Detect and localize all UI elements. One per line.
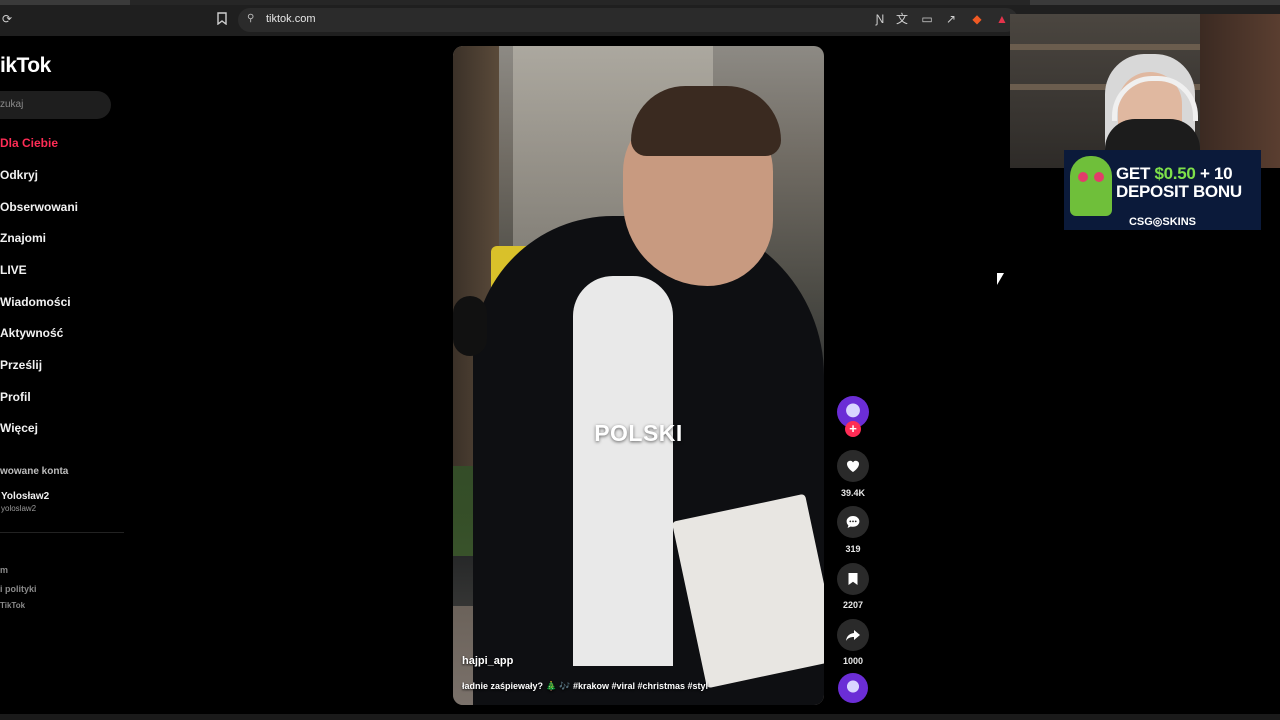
followed-account-handle[interactable]: yoloslaw2 — [1, 504, 36, 513]
nav-upload[interactable]: Prześlij — [0, 358, 42, 372]
brave-shield-icon[interactable]: ◆ — [970, 12, 984, 26]
comment-button[interactable] — [837, 506, 869, 538]
ad-amount: $0.50 — [1154, 164, 1196, 183]
ad-headline: GET $0.50 + 10 — [1116, 164, 1233, 184]
active-tab[interactable] — [130, 0, 1030, 5]
ad-brand-logo: CSG◎SKINS — [1128, 216, 1197, 228]
followed-accounts-title: wowane konta — [0, 466, 69, 477]
mascot-eye — [1094, 172, 1104, 182]
ad-headline-suffix: + 10 — [1195, 164, 1233, 183]
footer-link-policies[interactable]: i polityki — [0, 584, 37, 594]
reload-icon[interactable]: ⟳ — [0, 12, 14, 26]
webcam-overlay — [1010, 14, 1280, 168]
reader-mode-icon[interactable]: Ɲ — [873, 12, 887, 26]
ad-headline-prefix: GET — [1116, 164, 1155, 183]
translate-icon[interactable]: 文 — [895, 12, 909, 26]
webcam-door — [1200, 14, 1280, 168]
bookmark-icon — [848, 573, 858, 585]
video-microphone — [453, 296, 487, 356]
site-info-icon[interactable]: ⚲ — [247, 14, 257, 24]
share-arrow-icon — [846, 630, 860, 641]
mouse-cursor-icon — [997, 273, 1004, 285]
video-username[interactable]: hajpi_app — [462, 655, 513, 667]
nav-for-you[interactable]: Dla Ciebie — [0, 136, 58, 150]
save-button[interactable] — [837, 563, 869, 595]
comment-icon — [846, 516, 860, 528]
nav-profile[interactable]: Profil — [0, 390, 31, 404]
video-person-hair — [631, 86, 781, 156]
video-overlay-text: POLSKI — [594, 420, 683, 446]
music-disc-icon[interactable] — [838, 673, 868, 703]
video-caption[interactable]: ładnie zaśpiewały? 🎄 🎶 #krakow #viral #c… — [462, 681, 708, 692]
share-button[interactable] — [837, 619, 869, 651]
heart-icon — [846, 460, 860, 472]
footer-copyright: TikTok — [0, 601, 26, 610]
mascot-image — [1070, 156, 1112, 216]
bookmark-icon[interactable] — [215, 12, 229, 26]
share-icon[interactable]: ↗ — [944, 12, 958, 26]
followed-account-name[interactable]: Yolosław2 — [1, 491, 49, 502]
nav-friends[interactable]: Znajomi — [0, 231, 46, 245]
comment-count: 319 — [845, 544, 861, 554]
webcam-shelf — [1010, 44, 1200, 50]
brave-rewards-icon[interactable]: ▲ — [995, 12, 1009, 26]
nav-messages[interactable]: Wiadomości — [0, 295, 71, 309]
nav-more[interactable]: Więcej — [0, 421, 38, 435]
nav-live[interactable]: LIVE — [0, 263, 27, 277]
search-input[interactable]: zukaj — [0, 91, 111, 119]
nav-activity[interactable]: Aktywność — [0, 326, 63, 340]
sponsor-banner: GET $0.50 + 10 DEPOSIT BONU CSG◎SKINS — [1064, 150, 1261, 230]
cast-icon[interactable]: ▭ — [920, 12, 934, 26]
tab-strip — [0, 0, 1280, 5]
share-count: 1000 — [842, 656, 864, 666]
nav-explore[interactable]: Odkryj — [0, 168, 38, 182]
nav-following[interactable]: Obserwowani — [0, 200, 78, 214]
save-count: 2207 — [842, 600, 864, 610]
taskbar-edge — [0, 714, 1280, 720]
tiktok-logo[interactable]: ikTok — [0, 54, 51, 78]
footer-link[interactable]: m — [0, 565, 8, 575]
like-button[interactable] — [837, 450, 869, 482]
like-count: 39.4K — [840, 488, 866, 498]
ad-subheadline: DEPOSIT BONU — [1116, 182, 1242, 201]
url-text: tiktok.com — [266, 13, 316, 25]
search-placeholder: zukaj — [0, 99, 24, 110]
video-player[interactable]: POLSKI hajpi_app ładnie zaśpiewały? 🎄 🎶 … — [453, 46, 824, 705]
sidebar-divider — [0, 532, 124, 533]
video-person-shirt — [573, 276, 673, 666]
mascot-eye — [1078, 172, 1088, 182]
follow-plus-icon[interactable]: + — [845, 421, 861, 437]
